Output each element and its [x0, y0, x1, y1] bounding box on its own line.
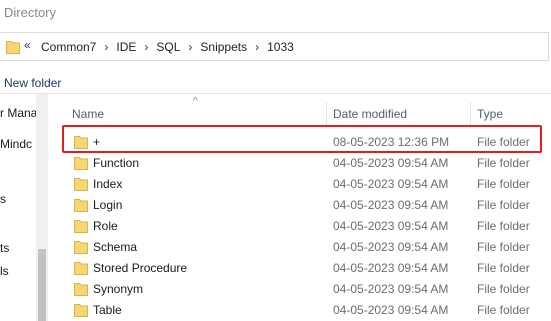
- folder-name: Synonym: [93, 282, 144, 296]
- date-modified: 04-05-2023 09:54 AM: [333, 198, 449, 212]
- folder-row[interactable]: Function 04-05-2023 09:54 AM File folder: [50, 152, 551, 173]
- column-header-type[interactable]: Type: [471, 94, 551, 130]
- file-dialog: Directory « Common7 › IDE › SQL › Snippe…: [0, 0, 551, 321]
- nav-item[interactable]: r Mana: [0, 106, 37, 120]
- folder-name: Stored Procedure: [93, 261, 188, 275]
- file-type: File folder: [477, 261, 530, 275]
- nav-item[interactable]: Mindc: [0, 137, 32, 151]
- nav-scrollbar[interactable]: [36, 94, 48, 321]
- date-modified: 08-05-2023 12:36 PM: [333, 135, 450, 149]
- title-bar: Directory: [0, 0, 551, 28]
- folder-row[interactable]: Role 04-05-2023 09:54 AM File folder: [50, 215, 551, 236]
- folder-icon: [74, 241, 88, 254]
- folder-icon: [74, 262, 88, 275]
- breadcrumb-item[interactable]: Common7: [41, 40, 96, 54]
- date-modified: 04-05-2023 09:54 AM: [333, 240, 449, 254]
- chevron-right-icon[interactable]: ›: [255, 40, 259, 54]
- date-modified: 04-05-2023 09:54 AM: [333, 156, 449, 170]
- folder-name: Index: [93, 177, 123, 191]
- folder-icon: [74, 304, 88, 317]
- file-type: File folder: [477, 177, 530, 191]
- folder-icon: [6, 41, 20, 54]
- folder-icon: [74, 178, 88, 191]
- date-modified: 04-05-2023 09:54 AM: [333, 219, 449, 233]
- folder-name: Login: [93, 198, 123, 212]
- new-folder-button[interactable]: New folder: [4, 76, 61, 90]
- file-type: File folder: [477, 135, 530, 149]
- folder-row[interactable]: Stored Procedure 04-05-2023 09:54 AM Fil…: [50, 257, 551, 278]
- file-type: File folder: [477, 156, 530, 170]
- file-list: ^ Name Date modified Type + 08-05-2023 1…: [50, 94, 551, 321]
- folder-icon: [74, 136, 88, 149]
- column-header-label: Date modified: [333, 107, 408, 121]
- folder-row[interactable]: Login 04-05-2023 09:54 AM File folder: [50, 194, 551, 215]
- column-header-date[interactable]: Date modified: [327, 94, 470, 130]
- chevron-right-icon[interactable]: ›: [188, 40, 192, 54]
- folder-name: Table: [93, 303, 122, 317]
- column-header-label: Type: [477, 107, 504, 121]
- column-header-label: Name: [72, 107, 105, 121]
- breadcrumb-item[interactable]: 1033: [267, 40, 294, 54]
- folder-icon: [74, 220, 88, 233]
- column-header-name[interactable]: Name: [50, 94, 326, 130]
- date-modified: 04-05-2023 09:54 AM: [333, 303, 449, 317]
- date-modified: 04-05-2023 09:54 AM: [333, 282, 449, 296]
- folder-row[interactable]: Synonym 04-05-2023 09:54 AM File folder: [50, 278, 551, 299]
- file-type: File folder: [477, 240, 530, 254]
- chevron-right-icon[interactable]: ›: [104, 40, 108, 54]
- breadcrumb-item[interactable]: SQL: [156, 40, 180, 54]
- file-type: File folder: [477, 282, 530, 296]
- date-modified: 04-05-2023 09:54 AM: [333, 177, 449, 191]
- folder-icon: [74, 199, 88, 212]
- folder-name: +: [93, 135, 101, 149]
- folder-icon: [74, 157, 88, 170]
- folder-row[interactable]: + 08-05-2023 12:36 PM File folder: [50, 131, 551, 152]
- scrollbar-thumb[interactable]: [38, 249, 46, 321]
- breadcrumb-item[interactable]: Snippets: [200, 40, 247, 54]
- folder-name: Function: [93, 156, 140, 170]
- file-type: File folder: [477, 198, 530, 212]
- folder-row[interactable]: Table 04-05-2023 09:54 AM File folder: [50, 299, 551, 320]
- file-type: File folder: [477, 303, 530, 317]
- file-type: File folder: [477, 219, 530, 233]
- nav-item[interactable]: ts: [0, 241, 9, 255]
- overflow-chevron-icon[interactable]: «: [24, 38, 31, 52]
- folder-name: Role: [93, 219, 118, 233]
- breadcrumb: Common7 › IDE › SQL › Snippets › 1033: [41, 40, 294, 54]
- folder-icon: [74, 283, 88, 296]
- breadcrumb-item[interactable]: IDE: [116, 40, 136, 54]
- chevron-right-icon[interactable]: ›: [144, 40, 148, 54]
- nav-item[interactable]: s: [0, 192, 6, 206]
- address-bar[interactable]: « Common7 › IDE › SQL › Snippets › 1033: [0, 32, 549, 61]
- date-modified: 04-05-2023 09:54 AM: [333, 261, 449, 275]
- toolbar: New folder: [0, 66, 551, 94]
- folder-row[interactable]: Index 04-05-2023 09:54 AM File folder: [50, 173, 551, 194]
- folder-row[interactable]: Schema 04-05-2023 09:54 AM File folder: [50, 236, 551, 257]
- nav-item[interactable]: ls: [0, 264, 9, 278]
- folder-name: Schema: [93, 240, 138, 254]
- window-title: Directory: [4, 5, 57, 20]
